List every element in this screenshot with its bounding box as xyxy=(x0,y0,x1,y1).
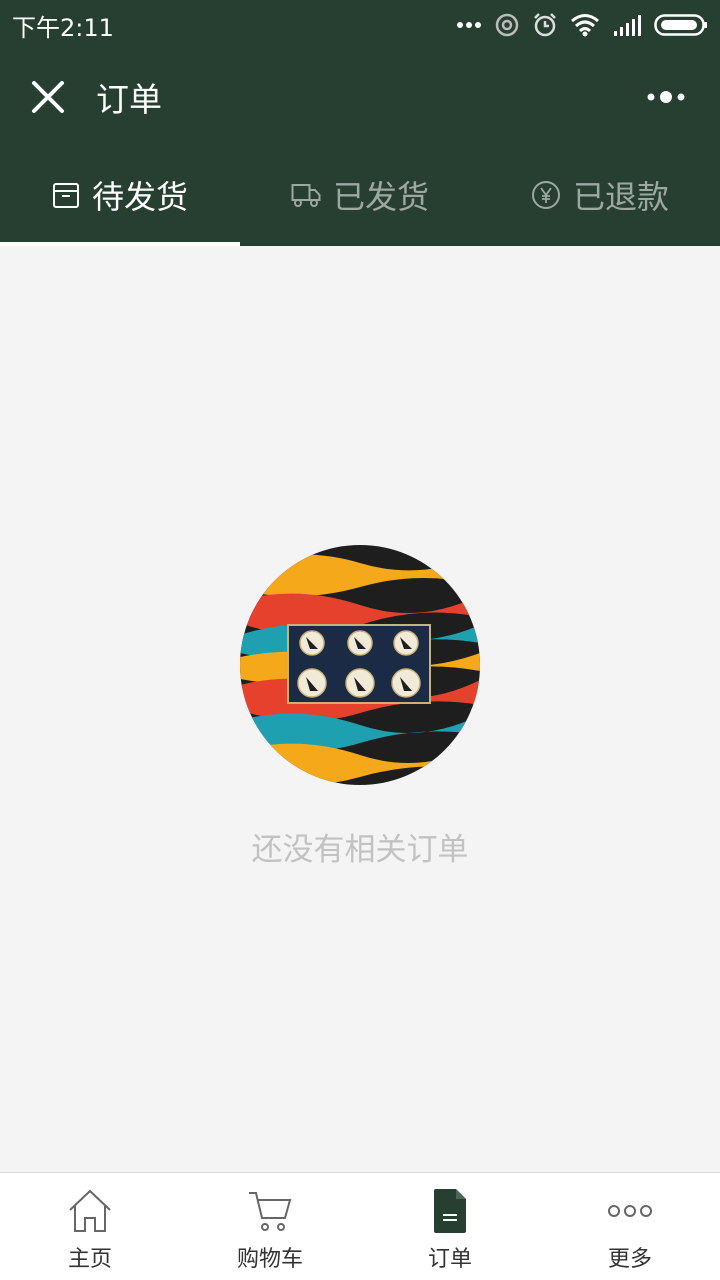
tabbar-label: 订单 xyxy=(427,1247,472,1272)
signal-icon xyxy=(614,15,641,36)
tab-label: 已发货 xyxy=(332,178,429,216)
order-content: 还没有相关订单 xyxy=(0,246,720,1172)
status-bar: 下午2:11 xyxy=(0,0,720,50)
more-dots-icon xyxy=(457,22,481,28)
tab-shipped[interactable]: 已发货 xyxy=(240,144,480,246)
empty-state-image xyxy=(240,545,480,785)
bottom-tabbar: 主页 购物车 订单 更多 xyxy=(0,1172,720,1280)
tabbar-item-orders[interactable]: 订单 xyxy=(360,1173,540,1280)
empty-state-message: 还没有相关订单 xyxy=(251,832,469,868)
nav-bar: 订单 xyxy=(0,50,720,144)
product-photo xyxy=(240,545,480,785)
close-icon xyxy=(32,81,64,113)
tab-label: 待发货 xyxy=(91,178,188,216)
tab-refunded[interactable]: 已退款 xyxy=(480,144,720,246)
wifi-icon xyxy=(571,14,599,37)
more-circles-icon xyxy=(608,1205,652,1217)
more-icon xyxy=(647,91,685,103)
tabbar-label: 购物车 xyxy=(236,1247,303,1272)
package-icon xyxy=(52,183,79,208)
status-icons xyxy=(456,12,708,38)
tabbar-label: 更多 xyxy=(607,1247,652,1272)
more-button[interactable] xyxy=(630,80,702,114)
order-tabs: 待发货 已发货 已退款 xyxy=(0,144,720,246)
page-title: 订单 xyxy=(96,80,162,119)
home-icon xyxy=(69,1189,111,1232)
cart-icon xyxy=(249,1192,292,1231)
tabbar-item-home[interactable]: 主页 xyxy=(0,1173,180,1280)
close-button[interactable] xyxy=(0,50,96,144)
alarm-icon xyxy=(534,13,556,37)
battery-icon xyxy=(654,14,707,36)
tab-label: 已退款 xyxy=(572,178,669,216)
document-icon xyxy=(434,1189,466,1233)
tab-pending-shipment[interactable]: 待发货 xyxy=(0,144,240,246)
tabbar-label: 主页 xyxy=(67,1247,112,1272)
status-time: 下午2:11 xyxy=(12,13,114,42)
tabbar-item-cart[interactable]: 购物车 xyxy=(180,1173,360,1280)
yen-icon xyxy=(531,181,560,209)
tabbar-item-more[interactable]: 更多 xyxy=(540,1173,720,1280)
truck-icon xyxy=(291,184,321,207)
hotspot-icon xyxy=(495,13,519,37)
